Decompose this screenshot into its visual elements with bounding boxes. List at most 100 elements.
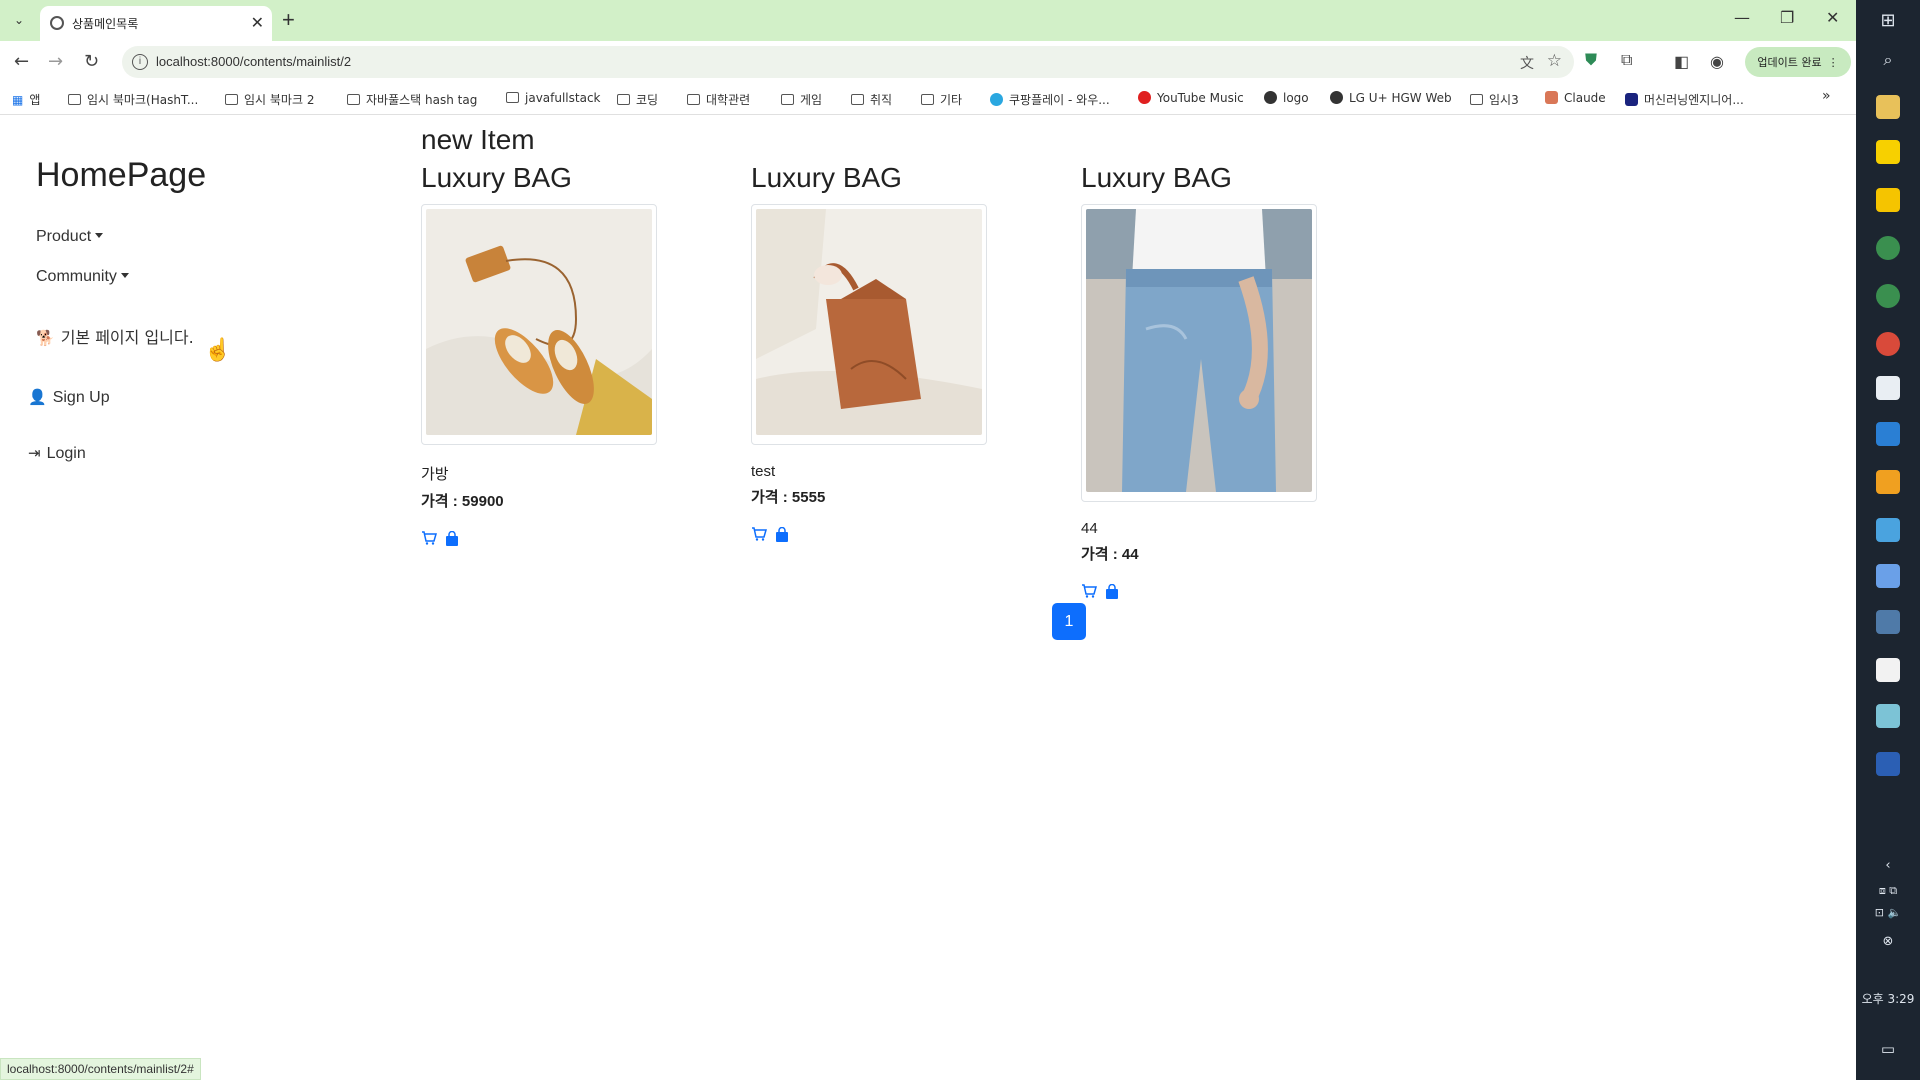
- product-price: 가격 : 5555: [751, 489, 826, 506]
- bookmark-folder[interactable]: javafullstack: [506, 91, 601, 105]
- tab-search-button[interactable]: ⌄: [8, 9, 30, 31]
- reload-button[interactable]: ↻: [84, 51, 99, 72]
- bookmark-apps[interactable]: ▦ 앱: [12, 91, 40, 108]
- bookmark-folder[interactable]: 코딩: [617, 91, 658, 108]
- shopping-bag-icon[interactable]: [1105, 584, 1119, 599]
- signup-link[interactable]: 👤 Sign Up: [28, 388, 110, 407]
- status-bar-url: localhost:8000/contents/mainlist/2#: [0, 1058, 201, 1080]
- app-icon[interactable]: [1876, 470, 1900, 494]
- product-name: 가방: [421, 466, 449, 483]
- section-title: new Item: [421, 124, 535, 155]
- forward-button[interactable]: →: [48, 51, 63, 72]
- app-icon[interactable]: [1876, 518, 1900, 542]
- notion-icon[interactable]: [1876, 658, 1900, 682]
- restore-button[interactable]: ❐: [1780, 8, 1794, 27]
- cart-icon[interactable]: [751, 527, 767, 541]
- community-dropdown[interactable]: Community: [36, 268, 129, 286]
- globe-icon: [1330, 91, 1343, 104]
- bookmark-star-icon[interactable]: ☆: [1547, 51, 1562, 71]
- brand-title[interactable]: HomePage: [36, 156, 206, 195]
- extensions-icon[interactable]: ⧉: [1621, 52, 1632, 70]
- bookmark-lg[interactable]: LG U+ HGW Web: [1330, 91, 1452, 105]
- tab-active[interactable]: 상품메인목록 ✕: [40, 6, 272, 41]
- address-bar[interactable]: i localhost:8000/contents/mainlist/2 文 ☆: [122, 46, 1574, 78]
- bookmark-folder[interactable]: 임시 북마크 2: [225, 91, 314, 108]
- translate-icon[interactable]: 文: [1520, 53, 1534, 73]
- bookmark-claude[interactable]: Claude: [1545, 91, 1606, 105]
- bookmark-coupang[interactable]: 쿠팡플레이 - 와우...: [990, 91, 1110, 108]
- site-info-icon[interactable]: i: [132, 54, 148, 70]
- box-app-icon[interactable]: [1876, 376, 1900, 400]
- vscode-icon[interactable]: [1876, 422, 1900, 446]
- more-bookmarks-icon[interactable]: »: [1822, 88, 1831, 104]
- bookmark-folder[interactable]: 게임: [781, 91, 822, 108]
- folder-icon: [506, 92, 519, 103]
- tab-bar: ⌄ 상품메인목록 ✕ + — ❐ ✕: [0, 0, 1856, 41]
- update-button[interactable]: 업데이트 완료 ⋮: [1745, 47, 1851, 77]
- product-thumbnail[interactable]: [421, 204, 657, 445]
- update-label: 업데이트 완료: [1757, 56, 1822, 69]
- login-link[interactable]: ⇥ Login: [28, 444, 86, 463]
- bookmarks-bar: ▦ 앱 임시 북마크(HashT... 임시 북마크 2 자바풀스택 hash t…: [0, 83, 1856, 115]
- chevron-up-icon[interactable]: ‹: [1856, 858, 1920, 873]
- bookmark-folder[interactable]: 취직: [851, 91, 892, 108]
- bookmark-youtube-music[interactable]: YouTube Music: [1138, 91, 1244, 105]
- bookmark-folder[interactable]: 임시 북마크(HashT...: [68, 91, 198, 108]
- word-icon[interactable]: [1876, 752, 1900, 776]
- close-window-button[interactable]: ✕: [1826, 8, 1839, 27]
- globe-icon: [1264, 91, 1277, 104]
- product-dropdown[interactable]: Product: [36, 228, 104, 246]
- shield-extension-icon[interactable]: ⛊: [1585, 52, 1597, 70]
- j-icon: [1625, 93, 1638, 106]
- browser-window: ⌄ 상품메인목록 ✕ + — ❐ ✕ ← → ↻ i localhost:800…: [0, 0, 1856, 1080]
- cart-icon[interactable]: [1081, 584, 1097, 598]
- folder-icon: [687, 94, 700, 105]
- folder-icon: [68, 94, 81, 105]
- notifications-icon[interactable]: ▭: [1856, 1040, 1920, 1058]
- app-icon[interactable]: [1876, 704, 1900, 728]
- chrome-icon[interactable]: [1876, 332, 1900, 356]
- back-button[interactable]: ←: [14, 51, 29, 72]
- profile-icon[interactable]: ◉: [1710, 52, 1724, 72]
- bookmark-folder[interactable]: 기타: [921, 91, 962, 108]
- product-thumbnail[interactable]: [1081, 204, 1317, 502]
- chrome-icon[interactable]: [1876, 284, 1900, 308]
- youtube-music-icon: [1138, 91, 1151, 104]
- close-tab-icon[interactable]: ✕: [251, 13, 264, 33]
- shopping-bag-icon[interactable]: [445, 531, 459, 546]
- folder-icon: [617, 94, 630, 105]
- web-page: HomePage Product Community 🐕 기본 페이지 입니다. …: [0, 116, 1856, 1080]
- network-app-icon[interactable]: [1876, 564, 1900, 588]
- home-link[interactable]: 🐕 기본 페이지 입니다.: [36, 324, 194, 348]
- login-icon: ⇥: [28, 445, 41, 462]
- clock[interactable]: 오후 3:29: [1856, 990, 1920, 1007]
- file-explorer-icon[interactable]: [1876, 95, 1900, 119]
- windows-start-icon[interactable]: ⊞: [1856, 10, 1920, 31]
- folder-icon: [851, 94, 864, 105]
- tray-icons[interactable]: ⧈ ⧉: [1856, 884, 1920, 898]
- jeans-photo: [1086, 209, 1312, 492]
- kakaotalk-icon[interactable]: [1876, 140, 1900, 164]
- bookmark-folder[interactable]: 대학관련: [687, 91, 750, 108]
- shoes-and-bag-photo: [426, 209, 652, 435]
- pagination-page-1[interactable]: 1: [1052, 603, 1086, 640]
- app-icon[interactable]: [1876, 610, 1900, 634]
- close-circle-icon[interactable]: ⊗: [1856, 934, 1920, 949]
- cart-icon[interactable]: [421, 531, 437, 545]
- product-thumbnail[interactable]: [751, 204, 987, 445]
- windows-taskbar: ⊞ ⌕ ‹ ⧈ ⧉ ⊡ 🔈 ⊗ 오후 3:29 ▭: [1856, 0, 1920, 1080]
- chrome-icon[interactable]: [1876, 236, 1900, 260]
- bookmark-j[interactable]: 머신러닝엔지니어...: [1625, 91, 1744, 108]
- minimize-button[interactable]: —: [1734, 8, 1750, 27]
- shopping-bag-icon[interactable]: [775, 527, 789, 542]
- product-card: Luxury BAG 44 가격 : 44: [1081, 162, 1381, 599]
- product-card: Luxury BAG 가방 가격 : 59900: [421, 162, 721, 546]
- new-tab-button[interactable]: +: [282, 7, 295, 33]
- search-icon[interactable]: ⌕: [1856, 50, 1920, 70]
- side-panel-icon[interactable]: ◧: [1674, 52, 1689, 72]
- volume-icon[interactable]: ⊡ 🔈: [1856, 906, 1920, 919]
- bookmark-folder[interactable]: 임시3: [1470, 91, 1519, 108]
- sticky-notes-icon[interactable]: [1876, 188, 1900, 212]
- bookmark-folder[interactable]: 자바풀스택 hash tag: [347, 91, 477, 108]
- bookmark-logo[interactable]: logo: [1264, 91, 1309, 105]
